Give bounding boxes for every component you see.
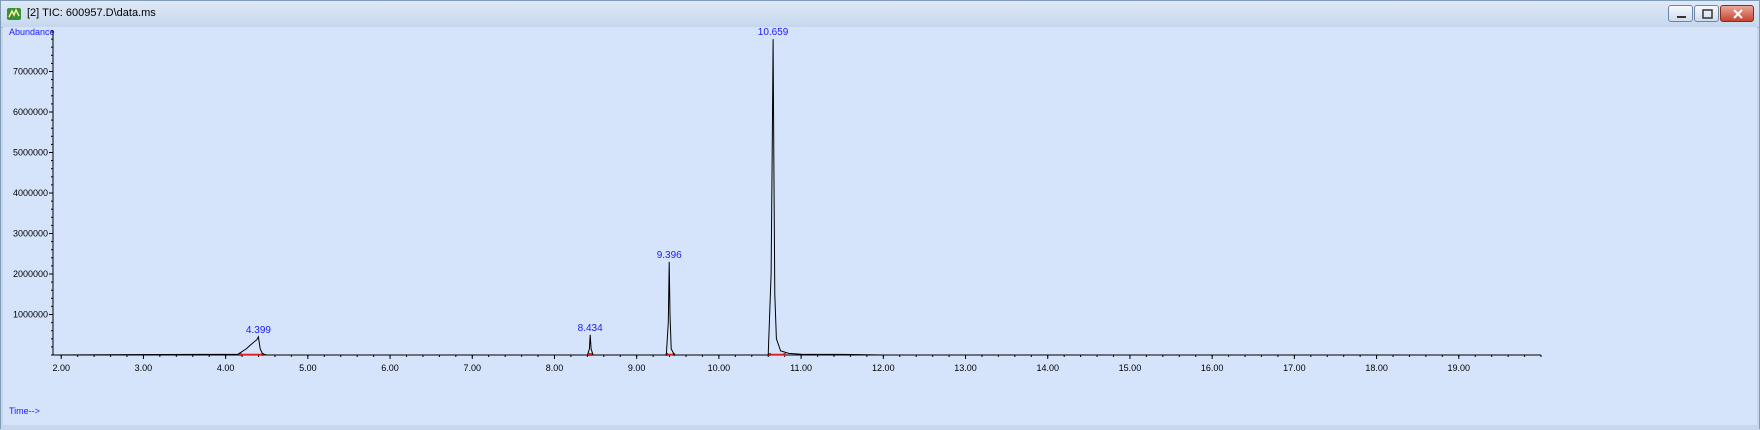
chart-area: Abundance Time--> 1000000 2000000 3000000 4… bbox=[3, 27, 1757, 425]
y-ticks: 1000000 2000000 3000000 4000000 5000000 60000… bbox=[13, 30, 53, 356]
close-icon bbox=[1733, 9, 1743, 19]
integration-marker bbox=[783, 352, 787, 357]
x-axis-label: Time--> bbox=[9, 406, 40, 416]
x-tick-label: 4.00 bbox=[217, 363, 235, 373]
x-tick-label: 8.00 bbox=[546, 363, 564, 373]
maximize-icon bbox=[1702, 9, 1713, 19]
window-bottom-border bbox=[1, 425, 1759, 430]
x-tick-label: 19.00 bbox=[1448, 363, 1471, 373]
x-tick-label: 10.00 bbox=[708, 363, 731, 373]
y-tick-label: 4000000 bbox=[13, 188, 48, 198]
x-tick-label: 13.00 bbox=[954, 363, 977, 373]
axes bbox=[52, 31, 1541, 356]
x-tick-label: 15.00 bbox=[1119, 363, 1142, 373]
x-tick-label: 7.00 bbox=[464, 363, 482, 373]
tic-trace-line bbox=[52, 39, 1541, 356]
chromatogram-app-icon bbox=[6, 6, 22, 22]
title-bar[interactable]: [2] TIC: 600957.D\data.ms bbox=[1, 1, 1759, 28]
y-tick-label: 3000000 bbox=[13, 229, 48, 239]
x-tick-label: 16.00 bbox=[1201, 363, 1224, 373]
chromatogram-window: [2] TIC: 600957.D\data.ms Abundance Time… bbox=[0, 0, 1760, 430]
y-axis-label: Abundance bbox=[9, 27, 55, 37]
close-button[interactable] bbox=[1720, 5, 1754, 22]
y-tick-label: 2000000 bbox=[13, 269, 48, 279]
peak-label: 9.396 bbox=[657, 250, 682, 261]
peak-label: 4.399 bbox=[246, 325, 271, 336]
x-tick-label: 5.00 bbox=[299, 363, 317, 373]
minimize-icon bbox=[1677, 16, 1686, 18]
minimize-button[interactable] bbox=[1668, 5, 1693, 22]
peak-label: 8.434 bbox=[578, 323, 603, 334]
maximize-button[interactable] bbox=[1694, 5, 1719, 22]
x-tick-label: 17.00 bbox=[1283, 363, 1306, 373]
y-tick-label: 1000000 bbox=[13, 310, 48, 320]
peak-labels: 4.399 8.434 9.396 10.659 bbox=[246, 27, 789, 336]
x-tick-label: 3.00 bbox=[135, 363, 153, 373]
window-title: [2] TIC: 600957.D\data.ms bbox=[27, 7, 156, 19]
x-tick-label: 12.00 bbox=[872, 363, 895, 373]
y-tick-label: 5000000 bbox=[13, 148, 48, 158]
x-tick-label: 11.00 bbox=[790, 363, 812, 373]
y-tick-label: 7000000 bbox=[13, 67, 48, 77]
peak-label: 10.659 bbox=[758, 27, 789, 38]
y-tick-label: 6000000 bbox=[13, 107, 48, 117]
x-tick-label: 9.00 bbox=[628, 363, 646, 373]
x-tick-label: 2.00 bbox=[52, 363, 70, 373]
x-tick-label: 14.00 bbox=[1036, 363, 1059, 373]
chromatogram-chart: Abundance Time--> 1000000 2000000 3000000 4… bbox=[9, 27, 1542, 416]
x-tick-label: 18.00 bbox=[1365, 363, 1388, 373]
x-ticks: 2.00 3.00 4.00 5.00 6.00 7.00 8.00 9.00 10.00 11.… bbox=[52, 355, 1542, 373]
x-tick-label: 6.00 bbox=[381, 363, 399, 373]
